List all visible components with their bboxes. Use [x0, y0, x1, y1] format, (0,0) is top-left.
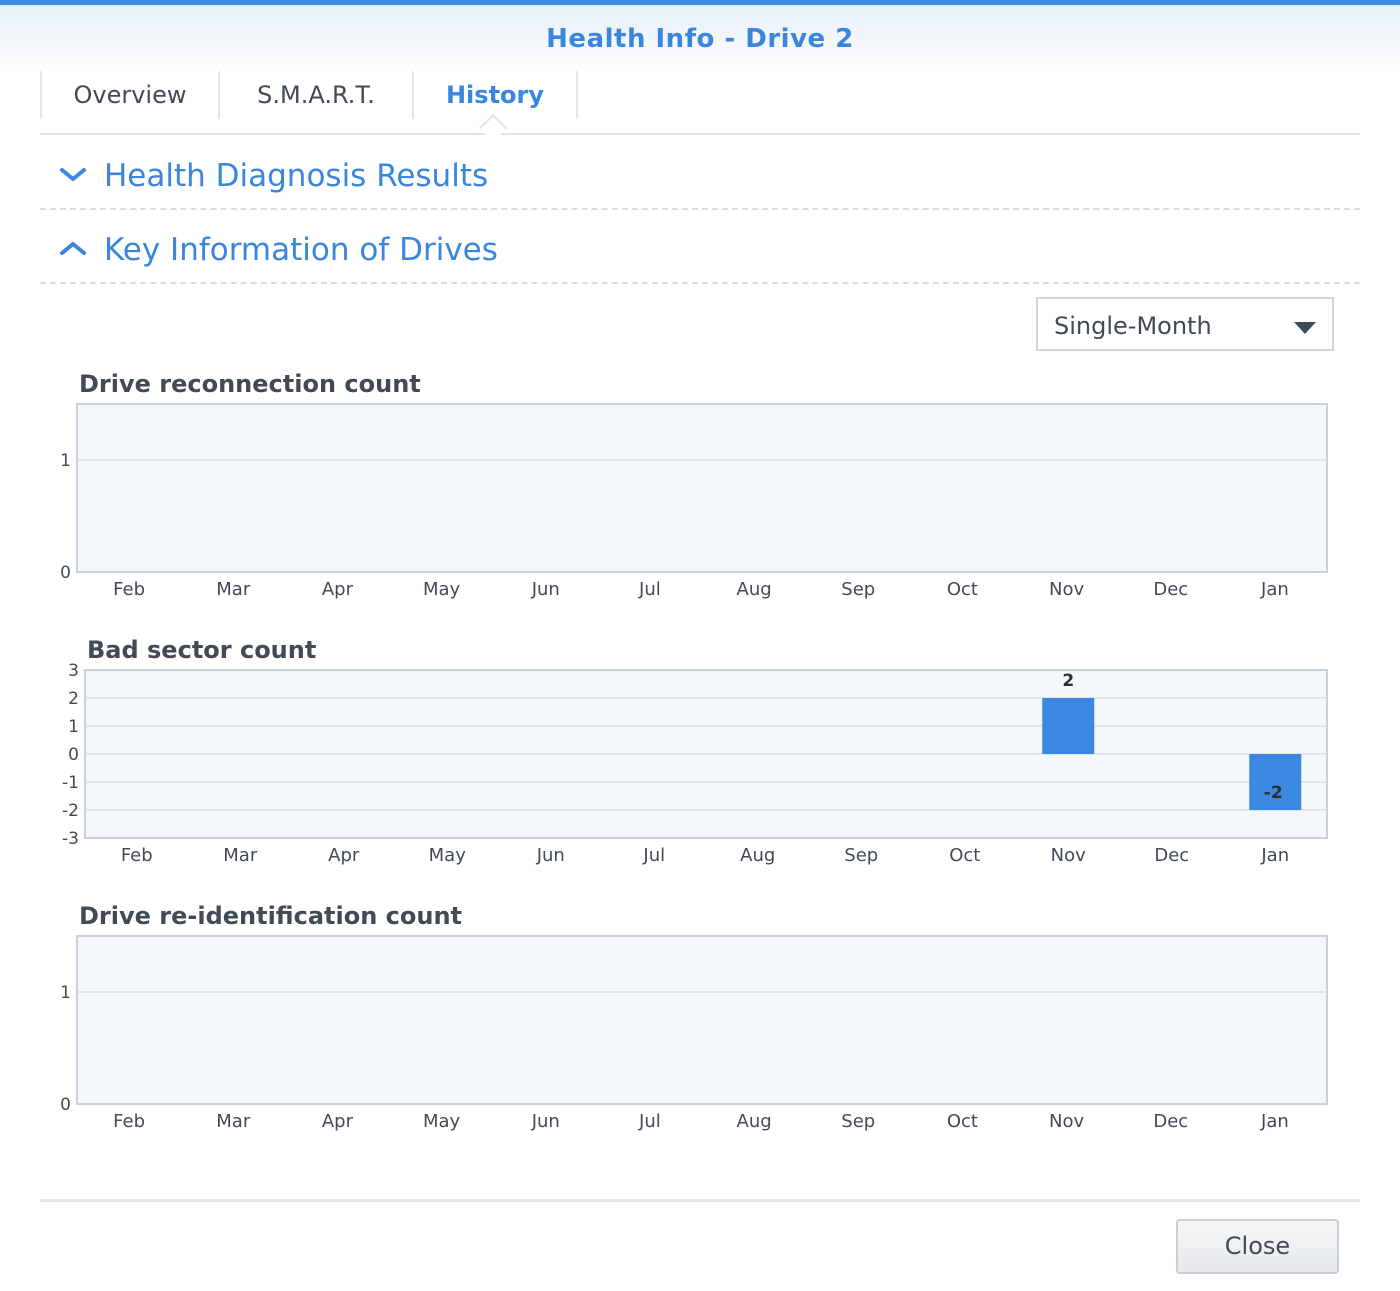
y-tick-label: 0	[60, 563, 71, 583]
y-tick-label: 0	[68, 745, 79, 765]
x-tick-label: May	[423, 579, 461, 600]
x-tick-label: Nov	[1049, 579, 1084, 600]
x-tick-label: Sep	[841, 579, 875, 600]
x-tick-label: Dec	[1153, 1111, 1188, 1132]
y-tick-label: -1	[62, 773, 79, 793]
x-tick-label: Aug	[737, 1111, 772, 1132]
y-tick-label: 1	[68, 717, 79, 737]
chart-reconnection: 0 1 Feb Mar Apr May Jun Jul Aug Sep Oct Nov Dec Jan	[60, 403, 1328, 600]
x-tick-label: Aug	[737, 579, 772, 600]
plot-area	[76, 935, 1328, 1105]
x-tick-label: Oct	[947, 579, 978, 600]
x-tick-label: Sep	[841, 1111, 875, 1132]
x-tick-label: Nov	[1049, 1111, 1084, 1132]
y-tick-label: 3	[68, 661, 79, 681]
x-tick-label: Jul	[638, 579, 661, 600]
x-tick-label: Feb	[121, 845, 153, 866]
x-tick-label: Apr	[322, 1111, 354, 1132]
x-tick-label: Mar	[216, 579, 251, 600]
x-tick-label: Jan	[1260, 579, 1289, 600]
x-tick-label: Aug	[740, 845, 775, 866]
y-tick-label: 0	[60, 1095, 71, 1115]
x-tick-label: Jul	[642, 845, 665, 866]
y-tick-label: 2	[68, 689, 79, 709]
chart-reidentification: 0 1 Feb Mar Apr May Jun Jul Aug Sep Oct Nov Dec Jan	[60, 935, 1328, 1132]
x-tick-label: Apr	[328, 845, 360, 866]
x-tick-label: May	[423, 1111, 461, 1132]
x-tick-label: Feb	[113, 1111, 145, 1132]
chart-bad-sector: -3 -2 -1 0 1 2 3 Feb Mar Apr May Jun Jul Aug Sep Oct Nov…	[62, 661, 1328, 866]
charts-canvas: 01Feb Mar Apr May Jun Jul Aug Sep Oct Nov Dec Jan-3…	[60, 403, 1328, 1132]
x-tick-label: Mar	[223, 845, 258, 866]
close-button[interactable]: Close	[1176, 1219, 1339, 1274]
x-tick-label: Dec	[1153, 579, 1188, 600]
x-tick-label: Jan	[1260, 845, 1289, 866]
x-tick-label: Oct	[947, 1111, 978, 1132]
x-tick-label: Dec	[1154, 845, 1189, 866]
x-tick-label: Jun	[536, 845, 565, 866]
y-tick-label: 1	[60, 451, 71, 471]
y-tick-label: 1	[60, 983, 71, 1003]
y-tick-label: -2	[62, 801, 79, 821]
x-tick-label: May	[429, 845, 467, 866]
x-tick-label: Jun	[531, 1111, 560, 1132]
plot-area	[76, 403, 1328, 573]
bar[interactable]	[1042, 698, 1095, 754]
data-label: 2	[1062, 671, 1074, 691]
x-tick-label: Mar	[216, 1111, 251, 1132]
x-tick-label: Jun	[531, 579, 560, 600]
x-tick-label: Nov	[1051, 845, 1086, 866]
x-tick-label: Jul	[638, 1111, 661, 1132]
x-tick-label: Sep	[844, 845, 878, 866]
x-tick-label: Oct	[949, 845, 980, 866]
footer-divider	[40, 1199, 1360, 1202]
y-tick-label: -3	[62, 829, 79, 849]
x-tick-label: Apr	[322, 579, 354, 600]
x-tick-label: Jan	[1260, 1111, 1289, 1132]
data-label: -2	[1264, 783, 1283, 803]
x-tick-label: Feb	[113, 579, 145, 600]
